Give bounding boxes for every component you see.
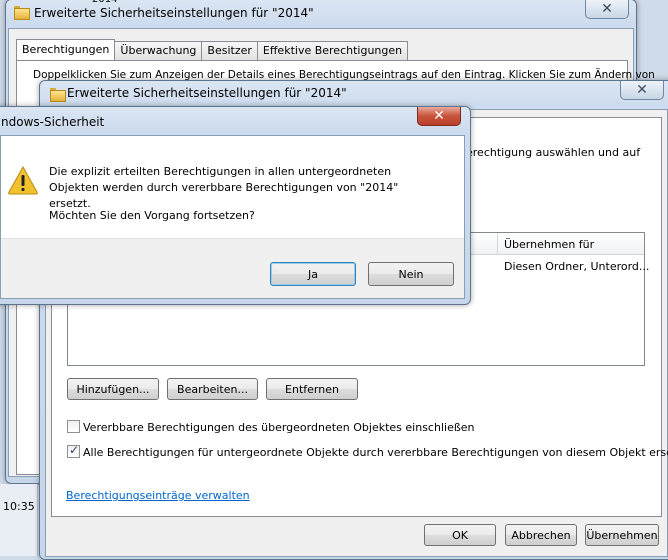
clock-label: 10:35	[3, 500, 35, 513]
table-cell-apply-to: Diesen Ordner, Unterord...	[504, 260, 650, 273]
column-header-apply-to[interactable]: Übernehmen für	[504, 238, 594, 251]
manage-entries-link[interactable]: Berechtigungseinträge verwalten	[66, 489, 250, 502]
cancel-button[interactable]: Abbrechen	[505, 524, 577, 546]
back-window-title: Erweiterte Sicherheitseinstellungen für …	[34, 6, 314, 20]
replace-checkbox-label: Alle Berechtigungen für untergeordnete O…	[83, 446, 668, 459]
folder-icon	[50, 88, 66, 102]
security-dialog: ndows-Sicherheit ✕ Die explizit erteilte…	[0, 106, 471, 305]
inherit-checkbox[interactable]	[67, 420, 80, 433]
back-window-tabs: Berechtigungen Überwachung Besitzer Effe…	[16, 39, 409, 60]
left-strip	[0, 484, 38, 556]
edit-button[interactable]: Bearbeiten...	[167, 378, 258, 400]
dialog-title: ndows-Sicherheit	[1, 115, 105, 129]
replace-checkbox[interactable]	[67, 443, 80, 458]
ok-button[interactable]: OK	[424, 524, 496, 546]
tab-effektive-berechtigungen[interactable]: Effektive Berechtigungen	[256, 41, 409, 60]
dialog-message: Die explizit erteilten Berechtigungen in…	[49, 165, 399, 210]
folder-icon	[14, 6, 30, 20]
warning-icon	[8, 165, 38, 195]
dialog-question: Möchten Sie den Vorgang fortsetzen?	[49, 209, 255, 222]
back-window-close-button[interactable]: ✕	[585, 0, 629, 19]
yes-button[interactable]: Ja	[270, 262, 356, 286]
apply-button[interactable]: Übernehmen	[585, 524, 659, 546]
main-window-close-button[interactable]: ✕	[620, 81, 664, 100]
main-window-title: Erweiterte Sicherheitseinstellungen für …	[67, 86, 347, 100]
remove-button[interactable]: Entfernen	[266, 378, 358, 400]
no-button[interactable]: Nein	[368, 262, 454, 286]
tab-berechtigungen[interactable]: Berechtigungen	[16, 39, 116, 60]
column-divider	[497, 233, 498, 255]
back-window-peek-text: 2014	[92, 0, 117, 5]
add-button[interactable]: Hinzufügen...	[67, 378, 159, 400]
dialog-close-button[interactable]: ✕	[417, 107, 461, 126]
tab-ueberwachung[interactable]: Überwachung	[114, 41, 203, 60]
inherit-checkbox-label: Vererbbare Berechtigungen des übergeordn…	[83, 421, 475, 434]
tab-besitzer[interactable]: Besitzer	[201, 41, 258, 60]
main-instruction-tail: erechtigung auswählen und auf	[466, 146, 641, 159]
